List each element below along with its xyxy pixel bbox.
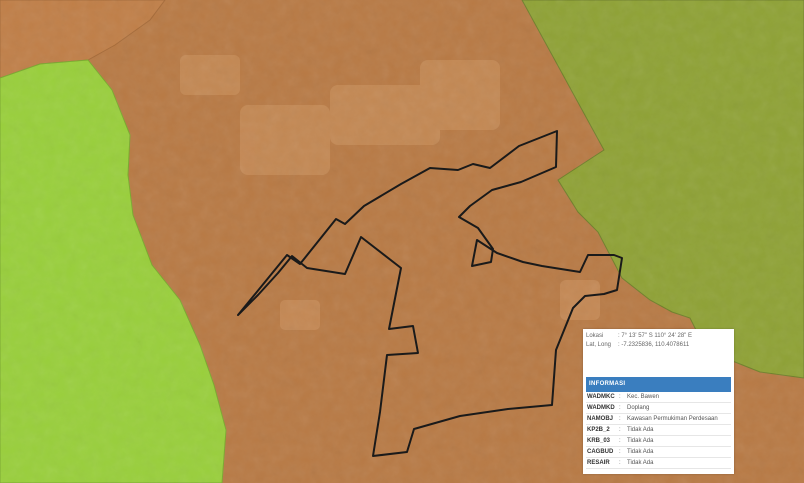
attr-key: RESAIR — [587, 460, 610, 466]
attr-sep: : — [619, 449, 621, 455]
location-label: Lokasi — [586, 333, 604, 339]
attr-value: Doplang — [627, 405, 650, 411]
latlong-value: : -7.2325836, 110.4078611 — [618, 342, 690, 348]
attr-key: KRB_03 — [587, 438, 611, 444]
attr-key: WADMKC — [587, 394, 615, 400]
attr-key: WADMKD — [587, 405, 615, 411]
attr-value: Kec. Bawen — [627, 394, 660, 400]
attr-value: Tidak Ada — [627, 438, 654, 444]
latlong-label: Lat, Long — [586, 342, 612, 348]
table-row: NAMOBJ : Kawasan Permukiman Perdesaan — [586, 414, 731, 425]
info-panel: Lokasi : 7° 13' 57" S 110° 24' 28" E Lat,… — [583, 329, 734, 474]
attr-sep: : — [619, 416, 621, 422]
attr-key: CAGBUD — [587, 449, 614, 455]
info-header: INFORMASI — [586, 377, 731, 392]
attribute-table: WADMKC : Kec. Bawen WADMKD : Doplang NAM… — [586, 392, 731, 469]
attr-sep: : — [619, 460, 621, 466]
attr-sep: : — [619, 405, 621, 411]
table-row: WADMKC : Kec. Bawen — [586, 392, 731, 403]
table-row: CAGBUD : Tidak Ada — [586, 447, 731, 458]
table-row: WADMKD : Doplang — [586, 403, 731, 414]
attr-key: KP2B_2 — [587, 427, 610, 433]
latlong-line: Lat, Long : -7.2325836, 110.4078611 — [583, 341, 734, 350]
attr-key: NAMOBJ — [587, 416, 614, 422]
location-line: Lokasi : 7° 13' 57" S 110° 24' 28" E — [583, 332, 734, 341]
location-block: Lokasi : 7° 13' 57" S 110° 24' 28" E Lat,… — [583, 329, 734, 372]
attr-sep: : — [619, 394, 621, 400]
attr-sep: : — [619, 438, 621, 444]
attr-value: Tidak Ada — [627, 449, 654, 455]
attr-value: Tidak Ada — [627, 427, 654, 433]
table-row: KRB_03 : Tidak Ada — [586, 436, 731, 447]
table-row: RESAIR : Tidak Ada — [586, 458, 731, 469]
attr-value: Kawasan Permukiman Perdesaan — [627, 416, 718, 422]
attr-sep: : — [619, 427, 621, 433]
attr-value: Tidak Ada — [627, 460, 654, 466]
table-row: KP2B_2 : Tidak Ada — [586, 425, 731, 436]
location-value: : 7° 13' 57" S 110° 24' 28" E — [618, 333, 692, 339]
